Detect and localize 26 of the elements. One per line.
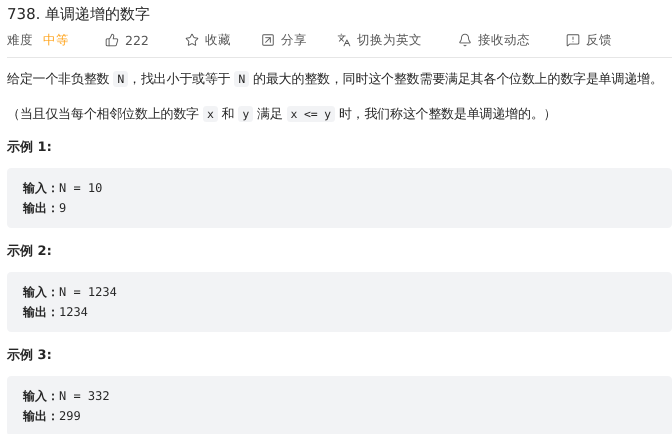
difficulty-value: 中等 [43,32,69,48]
example-heading: 示例 1: [7,139,53,156]
input-line: 输入：N = 10 [23,180,104,197]
output-line: 输出：299 [23,408,82,425]
thumbs-up-icon [105,33,119,47]
input-line: 输入：N = 332 [23,388,111,405]
star-icon [184,33,199,47]
description-paragraph: 给定一个非负整数 N ，找出小于或等于 N 的最大的整数，同时这个整数需要满足其各个位数上的数字是单调递增。 [7,70,664,89]
bell-icon [458,33,472,47]
translate-button[interactable]: 切换为英文 [336,32,422,48]
output-line: 输出：9 [23,200,68,217]
message-icon [566,33,580,47]
star-button[interactable]: 收藏 [184,32,231,48]
feedback-button[interactable]: 反馈 [566,32,612,48]
translate-icon [336,33,351,47]
like-button[interactable]: 222 [105,32,149,48]
example-heading: 示例 2: [7,243,53,260]
share-button[interactable]: 分享 [260,32,307,48]
example-heading: 示例 3: [7,347,53,364]
difficulty-label: 难度 [7,32,33,48]
notify-button[interactable]: 接收动态 [458,32,530,48]
input-line: 输入：N = 1234 [23,284,118,301]
output-line: 输出：1234 [23,304,89,321]
share-icon [260,33,275,47]
description-paragraph: （当且仅当每个相邻位数上的数字 x 和 y 满足 x <= y 时，我们称这个整数是单调递增的。） [7,105,558,124]
problem-title: 738. 单调递增的数字 [7,4,152,25]
